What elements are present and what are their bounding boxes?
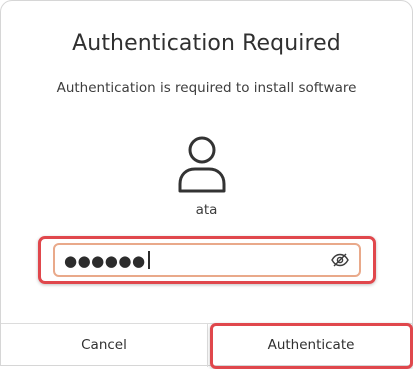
dialog-title: Authentication Required bbox=[72, 31, 341, 56]
user-avatar-icon bbox=[178, 136, 226, 193]
auth-dialog: Authentication Required Authentication i… bbox=[0, 0, 413, 369]
eye-crossed-icon[interactable] bbox=[331, 253, 349, 267]
dialog-message: Authentication is required to install so… bbox=[56, 80, 357, 96]
cancel-button[interactable]: Cancel bbox=[1, 324, 207, 367]
password-masked-text: ●●●●●● bbox=[64, 251, 150, 271]
password-input[interactable]: ●●●●●● bbox=[53, 243, 361, 277]
text-caret bbox=[147, 251, 150, 269]
username-label: ata bbox=[195, 202, 218, 218]
authenticate-highlight-frame bbox=[210, 323, 413, 369]
